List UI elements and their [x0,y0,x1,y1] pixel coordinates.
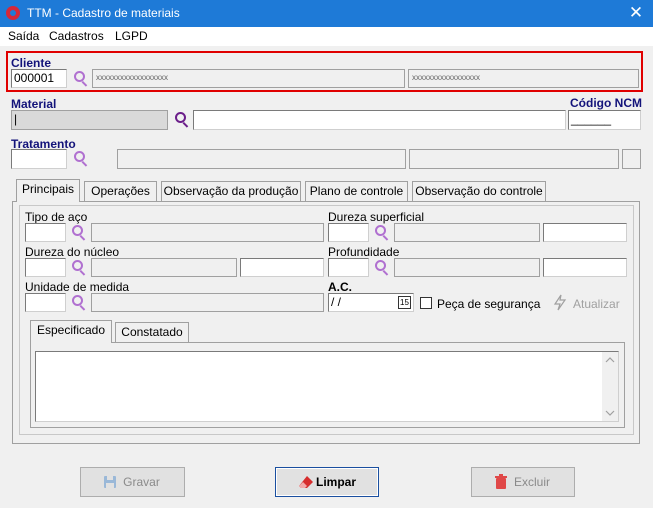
profundidade-label: Profundidade [328,245,400,259]
dureza-superficial-search-icon[interactable] [373,224,391,242]
ncm-label: Código NCM [570,96,642,110]
scroll-up-icon[interactable] [605,356,615,364]
app-logo-icon [6,6,20,20]
cliente-search-icon[interactable] [72,70,90,88]
tab-observacao-producao[interactable]: Observação da produção [161,181,301,202]
dureza-superficial-value-input[interactable] [543,223,627,242]
lightning-icon [553,294,567,311]
eraser-icon [299,476,313,488]
peca-seguranca-checkbox[interactable] [420,297,432,309]
dureza-nucleo-code-input[interactable] [25,258,66,277]
tab-plano-controle[interactable]: Plano de controle [305,181,408,202]
ac-label: A.C. [328,280,352,294]
atualizar-button[interactable]: Atualizar [573,297,620,311]
material-code-field[interactable]: | [11,110,168,130]
tipo-aco-code-input[interactable] [25,223,66,242]
tratamento-search-icon[interactable] [72,150,90,168]
profundidade-code-input[interactable] [328,258,369,277]
dureza-superficial-label: Dureza superficial [328,210,425,224]
calendar-icon[interactable]: 15 [398,296,411,309]
ncm-input[interactable]: ______ [568,110,641,130]
tratamento-name-field [117,149,406,169]
material-search-icon[interactable] [173,111,191,129]
subtab-constatado[interactable]: Constatado [115,322,189,343]
dureza-superficial-name-field [394,223,540,242]
gravar-label: Gravar [123,475,160,489]
cliente-code-input[interactable]: 000001 [11,69,67,88]
unidade-medida-search-icon[interactable] [70,294,88,312]
save-icon [104,476,116,488]
cliente-label: Cliente [11,56,52,70]
tipo-aco-search-icon[interactable] [70,224,88,242]
unidade-medida-code-input[interactable] [25,293,66,312]
gravar-button[interactable]: Gravar [80,467,185,497]
dureza-superficial-code-input[interactable] [328,223,369,242]
menu-saida[interactable]: Saída [8,29,39,43]
dureza-nucleo-value-input[interactable] [240,258,324,277]
especificado-textarea[interactable] [35,351,619,422]
profundidade-search-icon[interactable] [373,259,391,277]
dureza-nucleo-name-field [91,258,237,277]
peca-seguranca-label: Peça de segurança [437,297,541,311]
limpar-button[interactable]: Limpar [275,467,379,497]
excluir-label: Excluir [513,475,550,489]
title-bar: TTM - Cadastro de materiais ✕ [0,0,653,27]
profundidade-name-field [394,258,540,277]
textarea-scrollbar[interactable] [602,352,618,421]
close-icon[interactable]: ✕ [622,2,650,24]
excluir-button[interactable]: Excluir [471,467,575,497]
dureza-nucleo-label: Dureza do núcleo [25,245,120,259]
dureza-nucleo-search-icon[interactable] [70,259,88,277]
unidade-medida-label: Unidade de medida [25,280,130,294]
tipo-aco-label: Tipo de aço [25,210,88,224]
tab-observacao-controle[interactable]: Observação do controle [412,181,546,202]
unidade-medida-name-field [91,293,324,312]
tratamento-extra-field [409,149,619,169]
tratamento-code-input[interactable] [11,149,67,169]
material-description-input[interactable] [193,110,566,130]
profundidade-value-input[interactable] [543,258,627,277]
material-label: Material [11,97,57,111]
scroll-down-icon[interactable] [605,409,615,417]
window-title: TTM - Cadastro de materiais [27,6,180,20]
cliente-name-field: xxxxxxxxxxxxxxxxxx [92,69,405,88]
subtab-especificado[interactable]: Especificado [30,320,112,343]
limpar-label: Limpar [315,475,356,489]
tab-operacoes[interactable]: Operações [84,181,157,202]
trash-icon [495,474,507,489]
menu-lgpd[interactable]: LGPD [115,29,148,43]
menu-bar: Saída Cadastros LGPD [0,27,653,46]
tab-principais[interactable]: Principais [16,179,80,202]
tratamento-flag-field [622,149,641,169]
tipo-aco-name-field [91,223,324,242]
cliente-document-field: xxxxxxxxxxxxxxxxx [408,69,639,88]
menu-cadastros[interactable]: Cadastros [49,29,104,43]
